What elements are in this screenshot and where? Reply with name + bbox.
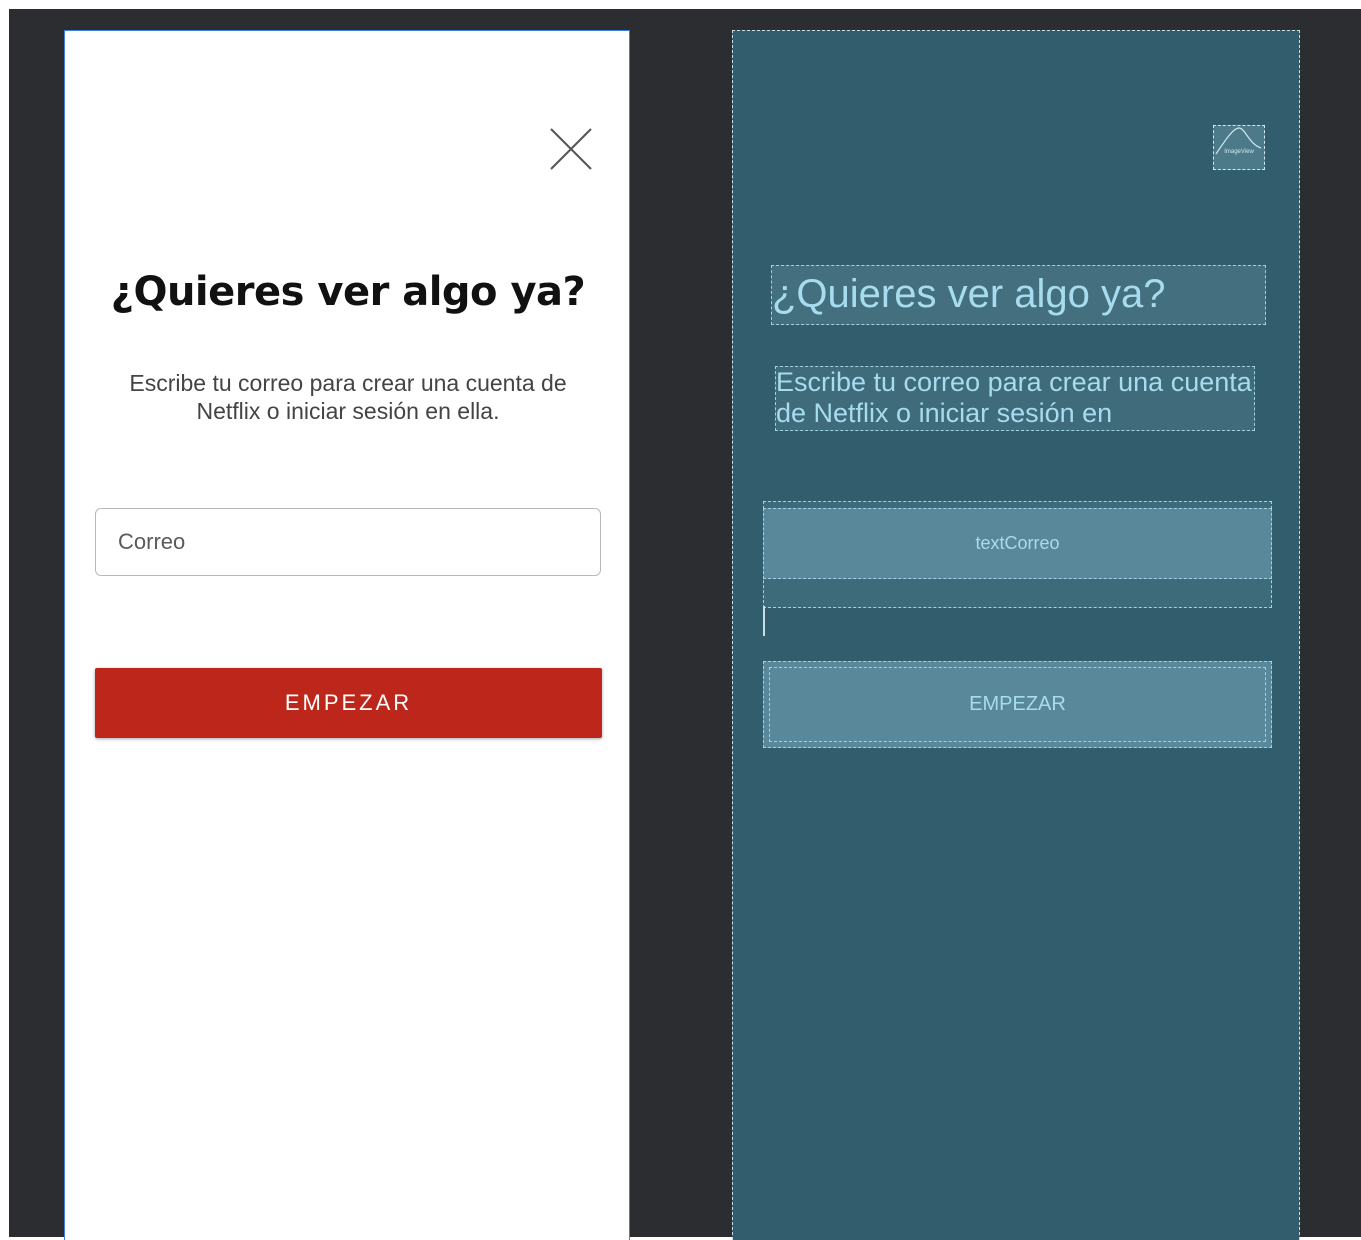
image-placeholder-icon xyxy=(1215,127,1262,155)
close-button[interactable] xyxy=(549,127,593,171)
email-field[interactable] xyxy=(95,508,601,576)
close-icon xyxy=(550,128,592,170)
design-view: ¿Quieres ver algo ya? Escribe tu correo … xyxy=(64,30,630,1240)
blueprint-image-view[interactable]: ImageView xyxy=(1213,125,1265,170)
image-view-label: ImageView xyxy=(1224,149,1254,155)
blueprint-view: ImageView ¿Quieres ver algo ya? Escribe … xyxy=(732,30,1300,1240)
start-button[interactable]: EMPEZAR xyxy=(95,668,602,738)
blueprint-subtitle[interactable]: Escribe tu correo para crear una cuenta … xyxy=(775,366,1255,431)
page-subtitle: Escribe tu correo para crear una cuenta … xyxy=(129,370,567,424)
blueprint-text-input[interactable]: textCorreo xyxy=(763,508,1272,579)
page-title: ¿Quieres ver algo ya? xyxy=(110,269,586,315)
blueprint-button[interactable]: EMPEZAR xyxy=(769,667,1266,742)
blueprint-title[interactable]: ¿Quieres ver algo ya? xyxy=(771,265,1266,325)
blueprint-constraint-marker xyxy=(763,606,765,636)
